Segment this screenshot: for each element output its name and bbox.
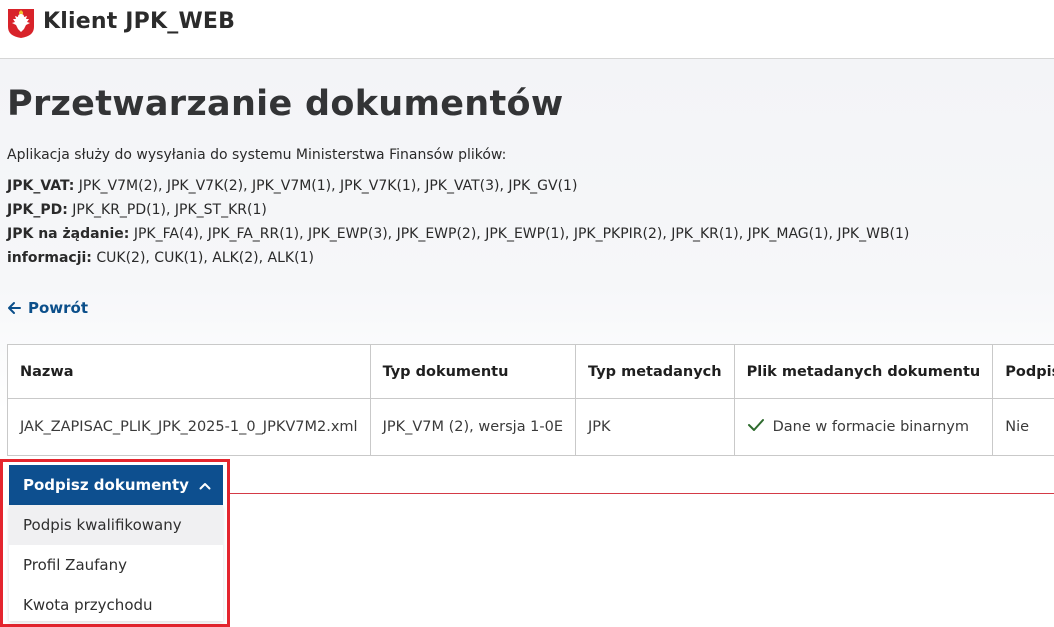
sign-documents-menu: Podpis kwalifikowany Profil Zaufany Kwot… bbox=[9, 505, 223, 621]
back-link-label: Powrót bbox=[28, 299, 88, 317]
category-items: JPK_FA(4), JPK_FA_RR(1), JPK_EWP(3), JPK… bbox=[134, 226, 910, 242]
documents-table: Nazwa Typ dokumentu Typ metadanych Plik … bbox=[7, 344, 1054, 456]
back-link[interactable]: Powrót bbox=[6, 297, 88, 319]
table-row: JAK_ZAPISAC_PLIK_JPK_2025-1_0_JPKV7M2.xm… bbox=[8, 399, 1054, 456]
column-header-meta-file: Plik metadanych dokumentu bbox=[734, 345, 993, 399]
category-label: JPK na żądanie: bbox=[7, 226, 129, 242]
category-jpk-pd: JPK_PD: JPK_KR_PD(1), JPK_ST_KR(1) bbox=[7, 202, 267, 218]
category-information: informacji: CUK(2), CUK(1), ALK(2), ALK(… bbox=[7, 250, 314, 266]
sign-documents-button[interactable]: Podpisz dokumenty bbox=[9, 465, 223, 505]
menu-item-qualified-signature[interactable]: Podpis kwalifikowany bbox=[9, 505, 223, 545]
app-header: Klient JPK_WEB bbox=[0, 0, 1054, 59]
divider-line bbox=[230, 493, 1054, 494]
column-header-name: Nazwa bbox=[8, 345, 371, 399]
polish-eagle-emblem-icon bbox=[6, 7, 36, 39]
cell-file-name: JAK_ZAPISAC_PLIK_JPK_2025-1_0_JPKV7M2.xm… bbox=[8, 399, 371, 456]
chevron-up-icon bbox=[199, 476, 211, 494]
category-jpk-vat: JPK_VAT: JPK_V7M(2), JPK_V7K(2), JPK_V7M… bbox=[7, 178, 577, 194]
app-title: Klient JPK_WEB bbox=[43, 9, 235, 34]
page-title: Przetwarzanie dokumentów bbox=[7, 84, 564, 124]
sign-documents-label: Podpisz dokumenty bbox=[23, 476, 189, 494]
meta-file-status: Dane w formacie binarnym bbox=[773, 419, 969, 435]
category-items: JPK_V7M(2), JPK_V7K(2), JPK_V7M(1), JPK_… bbox=[79, 178, 578, 194]
category-label: JPK_VAT: bbox=[7, 178, 74, 194]
cell-doc-type: JPK_V7M (2), wersja 1-0E bbox=[370, 399, 575, 456]
category-label: informacji: bbox=[7, 250, 92, 266]
column-header-meta-type: Typ metadanych bbox=[576, 345, 735, 399]
checkmark-icon bbox=[747, 418, 765, 436]
menu-item-trusted-profile[interactable]: Profil Zaufany bbox=[9, 545, 223, 585]
cell-signature: Nie bbox=[993, 399, 1054, 456]
category-label: JPK_PD: bbox=[7, 202, 68, 218]
arrow-left-icon bbox=[6, 300, 22, 316]
intro-text: Aplikacja służy do wysyłania do systemu … bbox=[7, 147, 506, 163]
column-header-doc-type: Typ dokumentu bbox=[370, 345, 575, 399]
cell-meta-file: Dane w formacie binarnym bbox=[734, 399, 993, 456]
table-header-row: Nazwa Typ dokumentu Typ metadanych Plik … bbox=[8, 345, 1054, 399]
menu-item-income-amount[interactable]: Kwota przychodu bbox=[9, 585, 223, 625]
column-header-signature: Podpis bbox=[993, 345, 1054, 399]
category-jpk-on-demand: JPK na żądanie: JPK_FA(4), JPK_FA_RR(1),… bbox=[7, 226, 909, 242]
cell-meta-type: JPK bbox=[576, 399, 735, 456]
category-items: CUK(2), CUK(1), ALK(2), ALK(1) bbox=[96, 250, 314, 266]
category-items: JPK_KR_PD(1), JPK_ST_KR(1) bbox=[72, 202, 267, 218]
